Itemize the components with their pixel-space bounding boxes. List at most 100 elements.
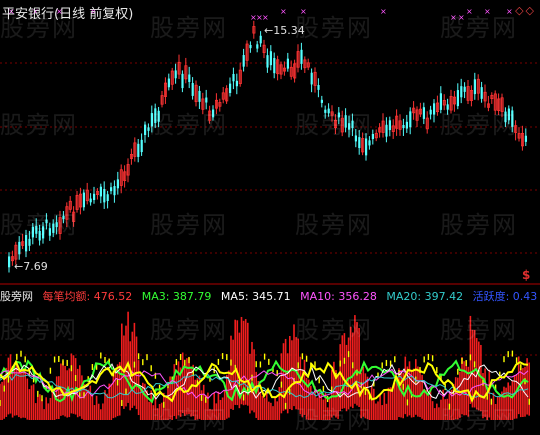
candle-down [235,80,238,87]
candle-down [144,124,147,135]
candle-down [337,112,340,118]
indicator-activity-value: 活跃度: 0.43 [472,290,538,303]
candle-down [327,108,330,114]
top-marker: × [380,7,387,16]
candle-down [511,110,514,127]
candle-down [62,215,65,220]
candle-down [273,58,276,74]
candle-down [82,192,85,208]
candle-down [504,111,507,123]
candle-down [31,226,34,238]
candle-down [422,107,425,119]
candle-down [229,83,232,94]
candle-down [52,223,55,233]
candle-down [524,135,527,142]
price-chart[interactable]: × × × ×× × ×× × ×× ×× × × [0,0,540,426]
candle-down [507,108,510,121]
candle-down [150,113,153,127]
candle-down [409,111,412,128]
top-marker: × [484,7,491,16]
diamond-icon[interactable]: ◇◇ [515,4,536,17]
candle-down [99,186,102,197]
candle-down [55,222,58,228]
candle-down [463,86,466,92]
candle-down [188,74,191,82]
candle-down [344,115,347,128]
money-icon[interactable]: $ [522,268,530,282]
candle-down [116,179,119,189]
candle-down [232,73,235,82]
candle-down [368,140,371,146]
top-marker: × [300,7,307,16]
candle-down [249,44,252,49]
candle-down [456,90,459,107]
candle-down [365,138,368,156]
candle-down [371,133,374,140]
top-marker: × [262,13,269,22]
candle-down [348,123,351,130]
top-marker: × [506,7,513,16]
candle-down [110,187,113,192]
candle-down [35,225,38,234]
candle-down [320,99,323,103]
indicator-avg-value: 每笔均额: 476.52 [42,290,133,303]
top-marker: × [458,13,465,22]
indicator-name[interactable]: 股旁网 [0,290,33,303]
candle-down [388,120,391,131]
candle-down [103,189,106,203]
candle-down [317,85,320,90]
candle-down [157,110,160,122]
candle-down [174,70,177,79]
indicator-bar: 股旁网 每笔均额: 476.52 MA3: 387.79 MA5: 345.71… [0,288,540,303]
candle-down [358,137,361,148]
candle-down [286,58,289,69]
chart-title: 平安银行(日线 前复权) [2,7,134,22]
candle-down [439,93,442,110]
candle-down [351,120,354,129]
candle-down [205,97,208,103]
candle-down [385,124,388,137]
candle-down [429,109,432,115]
candle-down [433,103,436,115]
candle-down [45,219,48,224]
candle-down [269,51,272,66]
candle-down [113,186,116,196]
candle-down [93,193,96,201]
candle-down [473,79,476,95]
candle-down [28,238,31,246]
candle-down [181,73,184,89]
candle-down [42,226,45,239]
candle-down [147,127,150,131]
top-marker: × [466,7,473,16]
candle-down [460,86,463,98]
high-arrow-icon: ← [264,24,274,37]
candle-down [480,87,483,99]
indicator-ma3-value: MA3: 387.79 [141,290,212,303]
candle-down [405,121,408,129]
candle-down [324,109,327,113]
candle-down [38,230,41,241]
candle-down [140,139,143,153]
candle-down [300,49,303,64]
candle-down [154,108,157,123]
indicator-ma20-value: MA20: 397.42 [386,290,464,303]
candle-down [8,256,11,268]
candle-down [256,44,259,49]
candle-down [18,241,21,255]
candle-down [106,194,109,202]
candle-down [242,55,245,67]
candle-down [137,143,140,157]
candle-down [310,72,313,85]
candle-down [48,228,51,236]
candle-down [259,35,262,44]
indicator-ma5-value: MA5: 345.71 [220,290,291,303]
candle-down [25,235,28,252]
candle-down [167,78,170,88]
candle-down [402,125,405,129]
chart-root[interactable]: × × × × × × × × × × × × × × × 平安银行(日线 前复权) ◇◇ ←15.34 ←… [0,0,540,434]
candle-down [89,198,92,203]
candle-down [354,135,357,142]
candle-down [266,55,269,68]
candle-down [191,83,194,96]
candle-down [446,104,449,110]
